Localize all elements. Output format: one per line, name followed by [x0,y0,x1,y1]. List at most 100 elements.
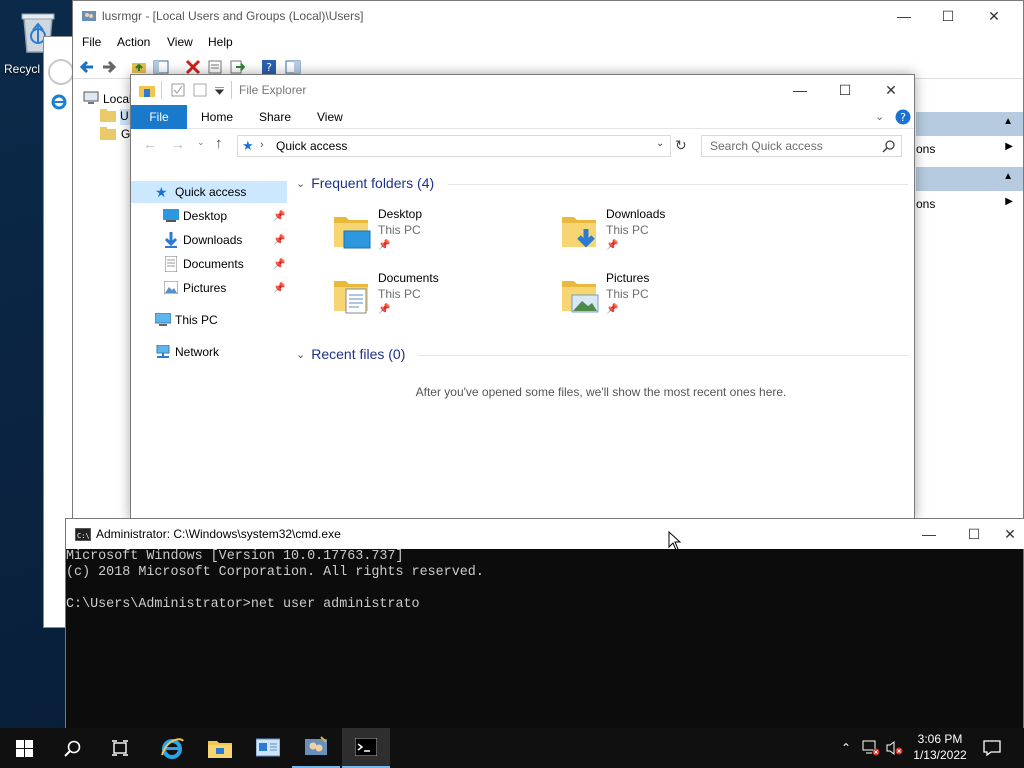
folder-location: This PC [378,223,421,237]
back-icon[interactable]: ← [143,136,157,152]
expand-ribbon-icon[interactable]: ⌄ [875,110,884,123]
tree-root-label[interactable]: Local [103,92,132,106]
maximize-button[interactable]: ☐ [925,1,971,31]
forward-icon[interactable]: → [171,136,185,152]
nav-downloads[interactable]: Downloads 📌 [131,229,287,251]
pin-icon[interactable]: 📌 [273,211,285,222]
nav-documents[interactable]: Documents 📌 [131,253,287,275]
task-view-button[interactable] [96,728,144,768]
close-icon: ✕ [885,81,897,98]
actions-header[interactable]: ▲ [916,167,1023,191]
folder-tile-documents[interactable]: Documents This PC 📌 [332,271,532,323]
pin-icon[interactable]: 📌 [273,259,285,270]
up-folder-icon[interactable] [131,59,147,75]
maximize-button[interactable]: ☐ [822,75,868,105]
recent-files-header[interactable]: ⌄ Recent files (0) [296,346,405,362]
customize-quick-access-icon[interactable] [215,87,224,95]
tab-share[interactable]: Share [245,105,305,129]
explorer-titlebar[interactable]: File Explorer — ☐ ✕ [131,75,914,105]
start-button[interactable] [0,728,48,768]
close-icon: ✕ [1004,525,1016,542]
more-actions-row[interactable]: ons ▶ [916,193,1023,215]
search-box[interactable]: Search Quick access [701,135,902,157]
file-explorer-window[interactable]: File Explorer — ☐ ✕ File Home Share View… [130,74,915,520]
menu-view[interactable]: View [167,35,193,49]
search-button[interactable] [48,728,96,768]
maximize-button[interactable]: ☐ [951,519,997,549]
cmd-window[interactable]: C:\ Administrator: C:\Windows\system32\c… [65,518,1024,730]
window-title: File Explorer [239,83,307,97]
recent-files-empty-message: After you've opened some files, we'll sh… [415,385,787,399]
minimize-button[interactable]: — [906,519,952,549]
svg-text:?: ? [266,61,272,74]
folder-tile-pictures[interactable]: Pictures This PC 📌 [560,271,760,323]
star-icon: ★ [155,183,168,200]
export-list-icon[interactable] [229,59,245,75]
address-bar[interactable]: ★ › Quick access ⌄ [237,135,671,157]
close-button[interactable]: ✕ [996,519,1024,549]
forward-arrow-icon[interactable] [101,59,117,75]
breadcrumb-separator-icon: › [260,139,264,151]
taskbar-cmd[interactable] [342,728,390,768]
taskbar-server-manager[interactable] [244,728,292,768]
back-arrow-icon[interactable] [79,59,95,75]
nav-pictures[interactable]: Pictures 📌 [131,277,287,299]
up-icon[interactable]: ↑ [215,135,223,152]
close-button[interactable]: ✕ [868,75,914,105]
tab-file[interactable]: File [131,105,187,129]
internet-explorer-icon [51,94,67,110]
nav-label: Desktop [183,209,228,223]
folder-tile-desktop[interactable]: Desktop This PC 📌 [332,207,532,259]
menu-action[interactable]: Action [117,35,150,49]
properties-quick-icon[interactable] [171,83,185,97]
minimize-button[interactable]: — [881,1,927,31]
close-button[interactable]: ✕ [971,1,1017,31]
tab-view[interactable]: View [303,105,357,129]
show-hidden-icons-button[interactable]: ⌃ [836,728,856,768]
address-dropdown-icon[interactable]: ⌄ [656,138,664,149]
menu-file[interactable]: File [82,35,101,49]
taskbar-lusrmgr[interactable] [292,728,340,768]
frequent-folders-header[interactable]: ⌄ Frequent folders (4) [296,175,434,191]
menu-help[interactable]: Help [208,35,233,49]
show-hide-tree-icon[interactable] [153,59,169,75]
console-line: Microsoft Windows [Version 10.0.17763.73… [66,549,404,564]
taskbar: ⌃ 3:06 PM 1/13/2022 [0,728,1024,768]
nav-label: Quick access [175,185,247,199]
nav-desktop[interactable]: Desktop 📌 [131,205,287,227]
nav-this-pc[interactable]: This PC [131,309,287,331]
nav-network[interactable]: Network [131,341,287,363]
tab-home[interactable]: Home [187,105,247,129]
help-icon[interactable]: ? [261,59,277,75]
lusrmgr-titlebar[interactable]: lusrmgr - [Local Users and Groups (Local… [73,1,1023,33]
properties-icon[interactable] [207,59,223,75]
volume-tray-button[interactable] [884,728,906,768]
back-icon[interactable] [48,59,74,85]
more-actions-row[interactable]: ons ▶ [916,138,1023,160]
nav-quick-access[interactable]: ★ Quick access [131,181,287,203]
delete-icon[interactable] [185,59,201,75]
taskbar-file-explorer[interactable] [196,728,244,768]
new-folder-quick-icon[interactable] [193,83,207,97]
network-tray-button[interactable] [860,728,882,768]
folder-tile-downloads[interactable]: Downloads This PC 📌 [560,207,760,259]
help-icon[interactable]: ? [895,109,911,125]
recent-locations-icon[interactable]: ⌄ [197,137,205,148]
action-center-button[interactable] [978,728,1006,768]
pin-icon[interactable]: 📌 [273,235,285,246]
refresh-icon[interactable]: ↻ [675,137,687,154]
clock-date: 1/13/2022 [913,748,967,762]
tree-item-users-label: U [120,109,129,123]
console-prompt-line[interactable]: C:\Users\Administrator>net user administ… [66,597,1023,613]
cmd-titlebar[interactable]: C:\ Administrator: C:\Windows\system32\c… [66,519,1024,549]
actions-header[interactable]: ▲ [916,112,1023,136]
cmd-icon [355,738,377,756]
taskbar-internet-explorer[interactable] [148,728,196,768]
taskbar-clock[interactable]: 3:06 PM 1/13/2022 [908,731,972,763]
minimize-button[interactable]: — [777,75,823,105]
tree-item-groups[interactable]: G [121,127,130,141]
pin-icon[interactable]: 📌 [273,283,285,294]
action-pane-icon[interactable] [285,59,301,75]
console-output[interactable]: Microsoft Windows [Version 10.0.17763.73… [66,549,1023,729]
